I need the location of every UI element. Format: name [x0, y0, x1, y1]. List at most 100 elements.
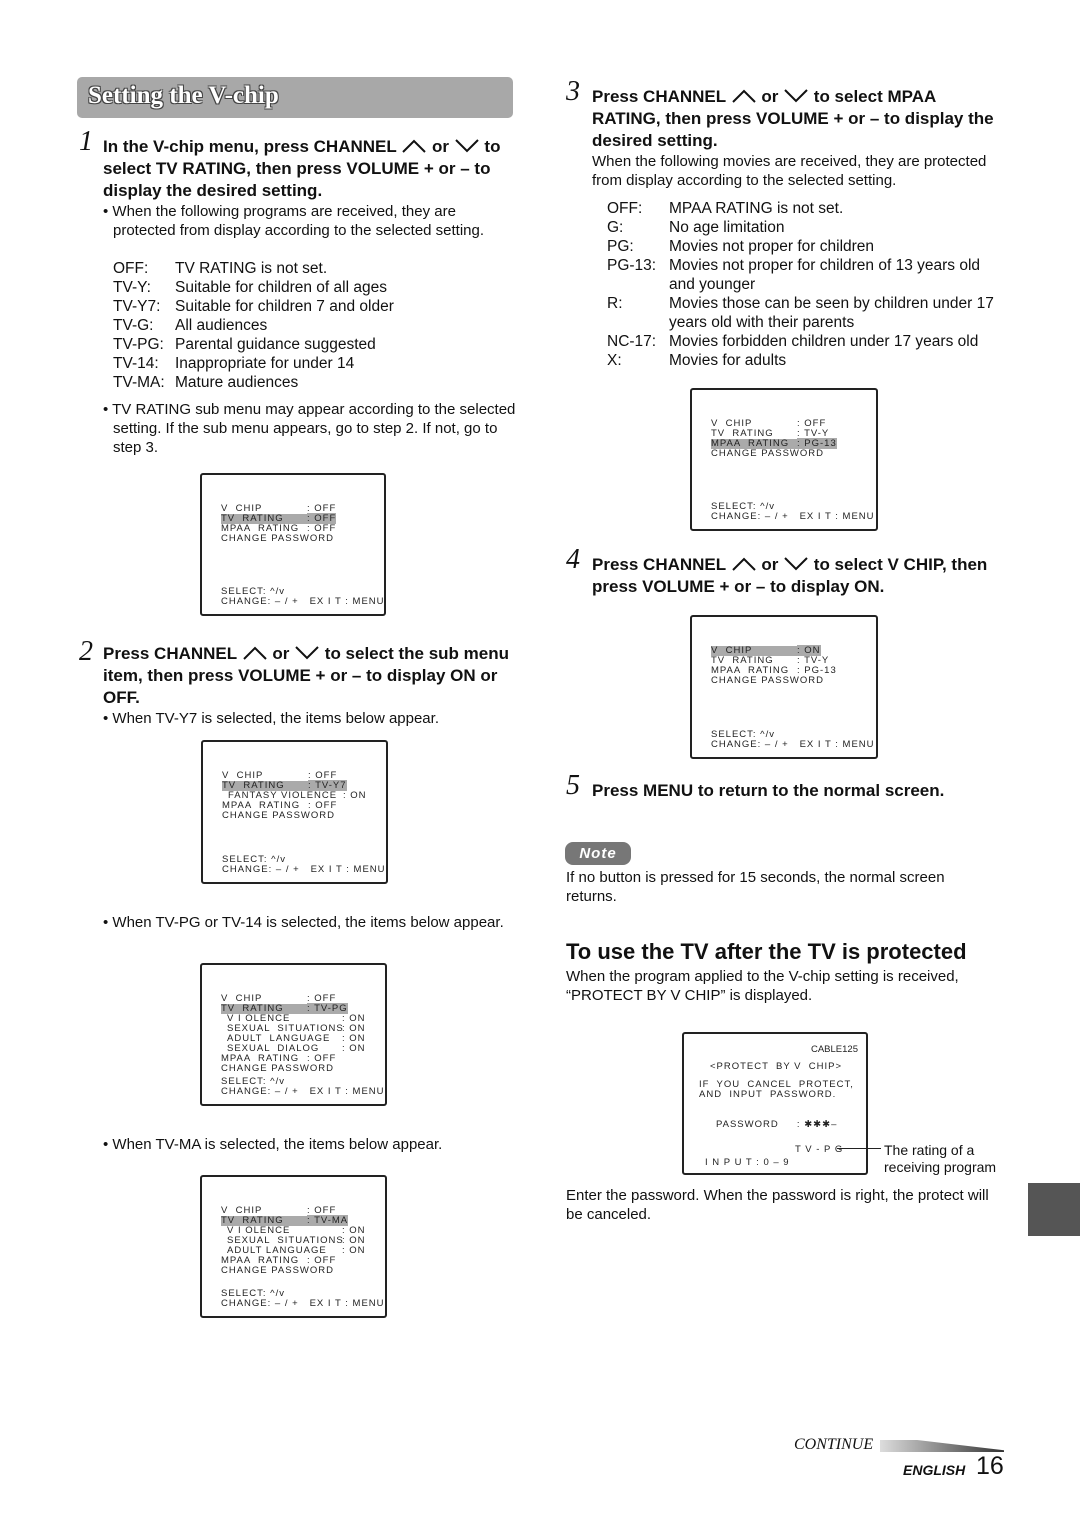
mpaa-rating-list: OFF: MPAA RATING is not set. G: No age limi…	[607, 199, 1007, 370]
menu-items: V CHIP: OFF TV RATING: OFF MPAA RATING: OF…	[221, 504, 337, 544]
rating-row: TV-G: All audiences	[113, 316, 513, 335]
rating-description: Movies those can be seen by children und…	[669, 295, 994, 331]
rating-description: Suitable for children 7 and older	[175, 298, 394, 315]
rating-code: TV-Y7:	[113, 298, 161, 315]
protect-title: <PROTECT BY V CHIP>	[710, 1061, 843, 1072]
step-text: or	[761, 555, 779, 574]
rating-description: Inappropriate for under 14	[175, 355, 355, 372]
menu-item-label: CHANGE PASSWORD	[711, 675, 825, 686]
menu-item-value: : ON	[342, 1043, 366, 1054]
rating-code: TV-PG:	[113, 336, 164, 353]
step-number: 1	[79, 126, 93, 157]
menu-screen: V CHIP: OFF TV RATING: TV-PG V I OLENCE: O…	[200, 963, 387, 1106]
rating-row: R: Movies those can be seen by children u…	[607, 294, 1007, 332]
step-text: In the V-chip menu, press CHANNEL	[103, 137, 397, 156]
change-hint: CHANGE: – / + EX I T : MENU	[221, 1298, 385, 1309]
rating-label: T V - P G	[795, 1144, 844, 1155]
step-3-text: When the following movies are received, …	[592, 153, 987, 189]
menu-item-label: CHANGE PASSWORD	[222, 810, 336, 821]
menu-footer: SELECT: ^/v CHANGE: – / + EX I T : MENU	[222, 855, 386, 875]
change-hint: CHANGE: – / + EX I T : MENU	[711, 739, 875, 750]
rating-row: NC-17: Movies forbidden children under 17…	[607, 332, 1007, 351]
menu-item-label: CHANGE PASSWORD	[221, 1265, 335, 1276]
channel-up-icon	[731, 557, 756, 571]
rating-row: OFF: MPAA RATING is not set.	[607, 199, 1007, 218]
bullet: • When TV-MA is selected, the items belo…	[103, 1136, 443, 1153]
rating-row: TV-Y: Suitable for children of all ages	[113, 278, 513, 297]
rating-code: X:	[607, 352, 622, 369]
tv-rating-list: OFF: TV RATING is not set. TV-Y: Suitable f…	[113, 259, 513, 392]
rating-description: No age limitation	[669, 219, 785, 236]
callout-line	[837, 1148, 881, 1149]
step-text: Press CHANNEL	[592, 87, 726, 106]
rating-description: Movies not proper for children of 13 yea…	[669, 257, 981, 293]
bullet: • TV RATING sub menu may appear accordin…	[103, 401, 516, 456]
menu-footer: SELECT: ^/v CHANGE: – / + EX I T : MENU	[711, 502, 875, 522]
callout-caption: The rating of a receiving program	[884, 1142, 997, 1175]
menu-items: V CHIP: OFF TV RATING: TV-Y MPAA RATING: P…	[711, 419, 837, 459]
menu-item: CHANGE PASSWORD	[221, 1266, 366, 1276]
channel-label: CABLE125	[810, 1044, 858, 1055]
bullet: • When the following programs are receiv…	[103, 203, 485, 239]
channel-up-icon	[242, 646, 267, 660]
menu-item: CHANGE PASSWORD	[711, 676, 837, 686]
rating-row: G: No age limitation	[607, 218, 1007, 237]
change-hint: CHANGE: – / + EX I T : MENU	[711, 511, 875, 522]
page-number: 16	[976, 1452, 1004, 1480]
step-text: Press CHANNEL	[103, 644, 237, 663]
channel-up-icon	[731, 89, 756, 103]
rating-code: G:	[607, 219, 624, 236]
change-hint: CHANGE: – / + EX I T : MENU	[222, 864, 386, 875]
step-text: or	[272, 644, 290, 663]
rating-description: Suitable for children of all ages	[175, 279, 387, 296]
channel-up-icon	[402, 139, 426, 153]
rating-row: PG: Movies not proper for children	[607, 237, 1007, 256]
protect-message: AND INPUT PASSWORD.	[699, 1089, 837, 1100]
rating-description: Movies forbidden children under 17 years…	[669, 333, 979, 350]
menu-item: CHANGE PASSWORD	[221, 534, 336, 544]
rating-row: TV-PG: Parental guidance suggested	[113, 335, 513, 354]
paragraph: Enter the password. When the password is…	[566, 1187, 989, 1223]
menu-item-value: : ON	[343, 790, 367, 801]
step-number: 3	[566, 76, 580, 107]
step-4-heading: Press CHANNEL or to select V CHIP, then …	[592, 554, 1002, 598]
rating-description: Parental guidance suggested	[175, 336, 376, 353]
section-heading: To use the TV after the TV is protected	[566, 939, 967, 964]
step-1-heading: In the V-chip menu, press CHANNEL or to …	[103, 136, 513, 202]
menu-items: V CHIP: OFF TV RATING: TV-MA V I OLENCE: O…	[221, 1206, 366, 1276]
bullet: • When TV-PG or TV-14 is selected, the i…	[103, 914, 504, 931]
menu-items: V CHIP: OFF TV RATING: TV-PG V I OLENCE: O…	[221, 994, 366, 1074]
menu-screen: V CHIP: OFF TV RATING: OFF MPAA RATING: OF…	[200, 473, 386, 616]
input-hint: I N P U T : 0 – 9	[705, 1157, 790, 1168]
channel-down-icon	[295, 646, 319, 660]
step-text: or	[761, 87, 779, 106]
menu-screen: V CHIP: OFF TV RATING: TV-Y7 FANTASY VIOLE…	[201, 740, 388, 884]
rating-code: PG:	[607, 238, 634, 255]
continue-arrow	[880, 1440, 1004, 1452]
password-field: PASSWORD : ✱✱✱–	[716, 1119, 838, 1130]
menu-footer: SELECT: ^/v CHANGE: – / + EX I T : MENU	[221, 1077, 385, 1097]
change-hint: CHANGE: – / + EX I T : MENU	[221, 596, 385, 607]
channel-down-icon	[454, 139, 479, 153]
channel-down-icon	[784, 557, 808, 571]
step-number: 4	[566, 544, 580, 575]
step-5-heading: Press MENU to return to the normal scree…	[592, 781, 945, 800]
menu-screen: V CHIP: OFF TV RATING: TV-MA V I OLENCE: O…	[200, 1175, 387, 1318]
menu-item: CHANGE PASSWORD	[221, 1064, 366, 1074]
menu-item-label: CHANGE PASSWORD	[221, 1063, 335, 1074]
step-2-heading: Press CHANNEL or to select the sub menu …	[103, 643, 513, 709]
menu-items: V CHIP: OFF TV RATING: TV-Y7 FANTASY VIOLE…	[222, 771, 367, 821]
rating-description: Movies not proper for children	[669, 238, 875, 255]
menu-item: CHANGE PASSWORD	[711, 449, 837, 459]
manual-page: Setting the V-chip 1 In the V-chip menu,…	[0, 0, 1080, 1528]
step-number: 5	[566, 770, 580, 801]
rating-row: TV-Y7: Suitable for children 7 and older	[113, 297, 513, 316]
rating-description: Movies for adults	[669, 352, 787, 369]
rating-code: PG-13:	[607, 257, 657, 274]
rating-description: All audiences	[175, 317, 268, 334]
rating-row: OFF: TV RATING is not set.	[113, 259, 513, 278]
menu-footer: SELECT: ^/v CHANGE: – / + EX I T : MENU	[221, 1289, 385, 1309]
protect-screen: CABLE125 <PROTECT BY V CHIP> IF YOU CANC…	[682, 1032, 868, 1175]
section-title-bar: Setting the V-chip	[77, 77, 513, 118]
rating-row: TV-MA: Mature audiences	[113, 373, 513, 392]
